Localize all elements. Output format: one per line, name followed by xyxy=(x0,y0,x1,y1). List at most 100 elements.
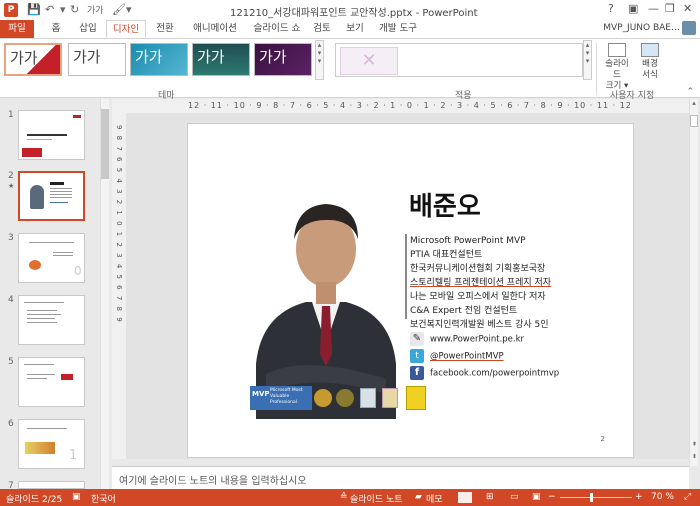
save-icon[interactable]: 💾 xyxy=(27,3,41,16)
zoom-out-button[interactable]: − xyxy=(548,492,556,502)
contact-twitter: t @PowerPointMVP xyxy=(410,349,504,363)
collapse-ribbon-icon[interactable]: ⌃ xyxy=(686,87,694,97)
notes-placeholder: 여기에 슬라이드 노트의 내용을 입력하십시오 xyxy=(119,476,307,487)
comments-button[interactable]: 메모 xyxy=(426,492,443,505)
tab-design[interactable]: 디자인 xyxy=(106,20,146,38)
theme-option-4[interactable]: 가가 xyxy=(192,43,250,76)
slides-panel-scrollbar[interactable] xyxy=(100,99,109,489)
slide-number: 3 xyxy=(8,233,14,243)
bio-line: 스토리텔링 프레젠테이션 프레지 저자 xyxy=(410,278,552,288)
slide-thumbnail-7[interactable] xyxy=(18,481,85,489)
variant-gallery[interactable]: ✕ xyxy=(335,43,583,77)
restore-button[interactable]: ❐ xyxy=(665,2,675,15)
bio-line: 한국커뮤니케이션협회 기획홍보국장 xyxy=(410,264,546,274)
slide-thumbnail-3[interactable]: 0 xyxy=(18,233,85,283)
notes-toggle-icon[interactable]: ≙ xyxy=(340,492,348,502)
theme-option-3[interactable]: 가가 xyxy=(130,43,188,76)
avatar[interactable] xyxy=(682,21,696,35)
reading-view-icon[interactable]: ▭ xyxy=(510,492,519,502)
slides-panel: 1 2 ★ 3 0 4 5 6 1 7 xyxy=(0,99,112,491)
slide-thumbnail-1[interactable] xyxy=(18,110,85,160)
theme-gallery-scroll[interactable]: ▴ ▾ ▾ xyxy=(315,40,324,80)
slide-page-number: 2 xyxy=(600,435,605,443)
slide-size-button[interactable]: 슬라이드 크기 ▾ xyxy=(602,43,632,92)
theme-option-5[interactable]: 가가 xyxy=(254,43,312,76)
font-size-button[interactable]: 가가 xyxy=(87,3,104,16)
notes-pane[interactable]: 여기에 슬라이드 노트의 내용을 입력하십시오 xyxy=(112,466,689,489)
normal-view-icon[interactable] xyxy=(458,492,472,503)
next-slide-icon[interactable]: ⇟ xyxy=(690,453,699,460)
slide-number: 1 xyxy=(8,110,14,120)
slide-thumbnail-2[interactable] xyxy=(18,171,85,221)
mvp-logo-icon: MVP xyxy=(252,390,270,398)
slide-thumbnail-6[interactable]: 1 xyxy=(18,419,85,469)
theme-option-1[interactable]: 가가 xyxy=(4,43,62,76)
fit-to-window-icon[interactable]: ⤢ xyxy=(684,492,691,502)
help-button[interactable]: ? xyxy=(608,2,614,15)
zoom-level[interactable]: 70 % xyxy=(651,492,674,502)
slide-indicator[interactable]: 슬라이드 2/25 xyxy=(6,492,62,505)
tab-file[interactable]: 파일 xyxy=(0,20,34,38)
mvp-badge: MVP Microsoft Most Valuable Professional xyxy=(250,386,312,410)
book-cover-icon xyxy=(360,388,376,408)
format-background-label: 배경 서식 xyxy=(642,59,658,80)
bio-divider-line xyxy=(405,234,407,319)
user-account[interactable]: MVP_JUNO BAE… xyxy=(603,23,680,33)
award-medal-icon xyxy=(336,389,354,407)
slide-number: 2 xyxy=(8,171,14,181)
undo-dropdown-icon[interactable]: ▾ xyxy=(60,3,66,16)
slideshow-icon[interactable]: ▣ xyxy=(532,492,541,502)
ribbon-display-icon[interactable]: ▣ xyxy=(628,2,638,15)
bio-line: C&A Expert 전임 컨설턴트 xyxy=(410,306,518,316)
tab-view[interactable]: 보기 xyxy=(343,20,367,38)
slide-thumbnail-4[interactable] xyxy=(18,295,85,345)
presenter-bio: Microsoft PowerPoint MVP PTIA 대표컨설턴트 한국커… xyxy=(410,234,551,332)
redo-icon[interactable]: ↻ xyxy=(70,3,79,16)
facebook-icon: f xyxy=(410,366,424,380)
theme-option-2[interactable]: 가가 xyxy=(68,43,126,76)
comments-icon[interactable]: ▰ xyxy=(415,492,422,502)
scroll-thumb[interactable] xyxy=(690,115,698,127)
bio-line: PTIA 대표컨설턴트 xyxy=(410,250,483,260)
vertical-ruler: 9 8 7 6 5 4 3 2 1 0 1 2 3 4 5 6 7 8 9 xyxy=(112,113,126,459)
notes-button[interactable]: 슬라이드 노트 xyxy=(350,492,403,505)
tab-home[interactable]: 홈 xyxy=(46,20,66,38)
main-vertical-scrollbar[interactable]: ▴ ⇞ ⇟ xyxy=(689,99,698,466)
powerpoint-app-icon[interactable]: P xyxy=(4,3,18,17)
zoom-slider-thumb[interactable] xyxy=(590,493,593,502)
tab-animations[interactable]: 애니메이션 xyxy=(187,20,243,38)
scroll-up-icon[interactable]: ▴ xyxy=(690,99,698,107)
window-title: 121210_서강대파워포인트 교안작성.pptx - PowerPoint xyxy=(230,8,478,19)
slide-number: 5 xyxy=(8,357,14,367)
format-background-button[interactable]: 배경 서식 xyxy=(638,43,662,81)
spellcheck-icon[interactable]: ▣ xyxy=(72,492,81,502)
contact-website: ✎ www.PowerPoint.pe.kr xyxy=(410,332,524,346)
scroll-thumb[interactable] xyxy=(101,109,109,179)
language-indicator[interactable]: 한국어 xyxy=(91,492,116,505)
slide-canvas[interactable]: 배준오 Microsoft PowerPoint MVP PTIA 대표컨설턴트… xyxy=(187,123,634,458)
slide-thumbnail-5[interactable] xyxy=(18,357,85,407)
tab-transitions[interactable]: 전환 xyxy=(151,20,179,38)
customize-quick-access-icon[interactable]: ▾ xyxy=(126,3,132,16)
zoom-in-button[interactable]: + xyxy=(635,492,643,502)
tab-review[interactable]: 검토 xyxy=(310,20,334,38)
book-cover-icon xyxy=(406,386,426,410)
slide-star-icon: ★ xyxy=(8,182,15,190)
format-painter-icon[interactable]: 🖌 xyxy=(112,3,126,16)
title-bar: P 💾 ↶ ▾ ↻ 가가 🖌 ▾ 121210_서강대파워포인트 교안작성.pp… xyxy=(0,0,700,20)
previous-slide-icon[interactable]: ⇞ xyxy=(690,441,699,448)
variant-option[interactable]: ✕ xyxy=(340,47,398,75)
undo-icon[interactable]: ↶ xyxy=(45,3,54,16)
slide-sorter-icon[interactable]: ⊞ xyxy=(486,492,494,502)
award-medal-icon xyxy=(314,389,332,407)
minimize-button[interactable]: — xyxy=(648,2,659,15)
zoom-slider[interactable] xyxy=(560,497,632,498)
slide-size-icon xyxy=(608,43,626,57)
ribbon-tabs: 파일 홈 삽입 디자인 전환 애니메이션 슬라이드 쇼 검토 보기 개발 도구 … xyxy=(0,20,700,38)
variant-gallery-scroll[interactable]: ▴ ▾ ▾ xyxy=(583,40,592,80)
tab-insert[interactable]: 삽입 xyxy=(74,20,102,38)
contact-facebook: f facebook.com/powerpointmvp xyxy=(410,366,559,380)
tab-developer[interactable]: 개발 도구 xyxy=(375,20,421,38)
close-button[interactable]: ✕ xyxy=(683,2,692,15)
tab-slideshow[interactable]: 슬라이드 쇼 xyxy=(248,20,306,38)
